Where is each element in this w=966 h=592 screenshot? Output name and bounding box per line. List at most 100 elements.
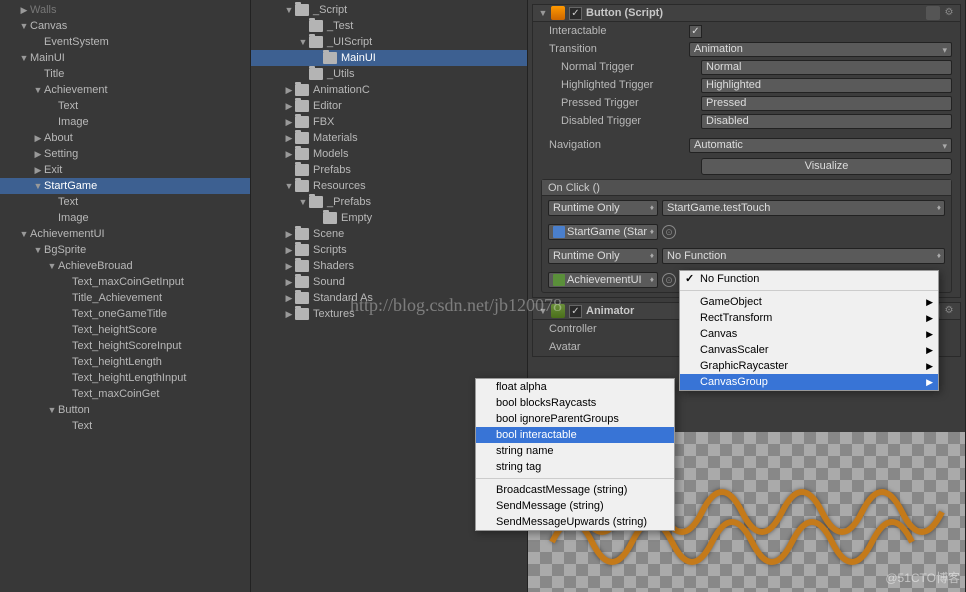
tree-item[interactable]: FBX bbox=[251, 114, 527, 130]
object-picker-icon[interactable]: ⊙ bbox=[662, 273, 676, 287]
tree-item[interactable]: Prefabs bbox=[251, 162, 527, 178]
tree-item[interactable]: _Script bbox=[251, 2, 527, 18]
tree-item[interactable]: StartGame bbox=[0, 178, 250, 194]
tree-item[interactable]: _Prefabs bbox=[251, 194, 527, 210]
property-popup[interactable]: float alphabool blocksRaycastsbool ignor… bbox=[475, 378, 675, 531]
target-object-field[interactable]: StartGame (Star bbox=[548, 224, 658, 240]
pressed-trigger-field[interactable]: Pressed bbox=[701, 96, 952, 111]
popup-item[interactable]: GameObject bbox=[680, 294, 938, 310]
popup-item[interactable]: RectTransform bbox=[680, 310, 938, 326]
expand-arrow-icon[interactable] bbox=[283, 85, 295, 96]
expand-arrow-icon[interactable] bbox=[46, 261, 58, 271]
tree-item[interactable]: Text_maxCoinGet bbox=[0, 386, 250, 402]
expand-arrow-icon[interactable] bbox=[46, 405, 58, 415]
tree-item[interactable]: BgSprite bbox=[0, 242, 250, 258]
gear-icon[interactable]: ⚙ bbox=[942, 304, 956, 318]
tree-item[interactable]: _UIScript bbox=[251, 34, 527, 50]
expand-arrow-icon[interactable] bbox=[32, 245, 44, 255]
interactable-checkbox[interactable] bbox=[689, 25, 702, 38]
expand-arrow-icon[interactable] bbox=[297, 37, 309, 47]
tree-item[interactable]: Models bbox=[251, 146, 527, 162]
function-dropdown[interactable]: StartGame.testTouch bbox=[662, 200, 945, 216]
function-popup[interactable]: No FunctionGameObjectRectTransformCanvas… bbox=[679, 270, 939, 391]
tree-item[interactable]: Text_maxCoinGetInput bbox=[0, 274, 250, 290]
tree-item[interactable]: Text bbox=[0, 194, 250, 210]
tree-item[interactable]: _Test bbox=[251, 18, 527, 34]
expand-arrow-icon[interactable] bbox=[283, 229, 295, 240]
popup-item[interactable]: SendMessage (string) bbox=[476, 498, 674, 514]
popup-item[interactable]: bool ignoreParentGroups bbox=[476, 411, 674, 427]
tree-item[interactable]: Materials bbox=[251, 130, 527, 146]
popup-item[interactable]: bool interactable bbox=[476, 427, 674, 443]
tree-item[interactable]: Resources bbox=[251, 178, 527, 194]
expand-arrow-icon[interactable] bbox=[32, 181, 44, 191]
highlighted-trigger-field[interactable]: Highlighted bbox=[701, 78, 952, 93]
visualize-button[interactable]: Visualize bbox=[701, 158, 952, 175]
tree-item[interactable]: Achievement bbox=[0, 82, 250, 98]
tree-item[interactable]: MainUI bbox=[0, 50, 250, 66]
tree-item[interactable]: AchieveBrouad bbox=[0, 258, 250, 274]
runtime-dropdown[interactable]: Runtime Only bbox=[548, 248, 658, 264]
tree-item[interactable]: Standard As bbox=[251, 290, 527, 306]
navigation-dropdown[interactable]: Automatic bbox=[689, 138, 952, 153]
tree-item[interactable]: Title bbox=[0, 66, 250, 82]
normal-trigger-field[interactable]: Normal bbox=[701, 60, 952, 75]
popup-item[interactable]: float alpha bbox=[476, 379, 674, 395]
popup-item[interactable]: SendMessageUpwards (string) bbox=[476, 514, 674, 530]
expand-arrow-icon[interactable] bbox=[283, 117, 295, 128]
tree-item[interactable]: Image bbox=[0, 210, 250, 226]
tree-item[interactable]: Image bbox=[0, 114, 250, 130]
popup-item[interactable]: Canvas bbox=[680, 326, 938, 342]
tree-item[interactable]: AnimationC bbox=[251, 82, 527, 98]
tree-item[interactable]: Text_heightLengthInput bbox=[0, 370, 250, 386]
expand-arrow-icon[interactable] bbox=[297, 197, 309, 207]
expand-arrow-icon[interactable] bbox=[283, 181, 295, 191]
popup-item[interactable]: string tag bbox=[476, 459, 674, 475]
popup-item[interactable]: CanvasScaler bbox=[680, 342, 938, 358]
tree-item[interactable]: Textures bbox=[251, 306, 527, 322]
popup-item[interactable]: bool blocksRaycasts bbox=[476, 395, 674, 411]
function-dropdown[interactable]: No Function bbox=[662, 248, 945, 264]
foldout-arrow-icon[interactable] bbox=[537, 306, 549, 316]
tree-item[interactable]: Walls bbox=[0, 2, 250, 18]
tree-item[interactable]: Text_heightLength bbox=[0, 354, 250, 370]
component-header[interactable]: Button (Script) ⚙ bbox=[533, 5, 960, 22]
enable-checkbox[interactable] bbox=[569, 7, 582, 20]
tree-item[interactable]: Setting bbox=[0, 146, 250, 162]
tree-item[interactable]: Editor bbox=[251, 98, 527, 114]
tree-item[interactable]: Shaders bbox=[251, 258, 527, 274]
expand-arrow-icon[interactable] bbox=[32, 165, 44, 176]
expand-arrow-icon[interactable] bbox=[32, 133, 44, 144]
tree-item[interactable]: About bbox=[0, 130, 250, 146]
tree-item[interactable]: Title_Achievement bbox=[0, 290, 250, 306]
target-object-field[interactable]: AchievementUI bbox=[548, 272, 658, 288]
expand-arrow-icon[interactable] bbox=[18, 21, 30, 31]
tree-item[interactable]: Exit bbox=[0, 162, 250, 178]
tree-item[interactable]: Scene bbox=[251, 226, 527, 242]
popup-item[interactable]: BroadcastMessage (string) bbox=[476, 482, 674, 498]
expand-arrow-icon[interactable] bbox=[32, 85, 44, 95]
enable-checkbox[interactable] bbox=[569, 305, 582, 318]
tree-item[interactable]: Text bbox=[0, 98, 250, 114]
expand-arrow-icon[interactable] bbox=[283, 277, 295, 288]
tree-item[interactable]: Sound bbox=[251, 274, 527, 290]
gear-icon[interactable]: ⚙ bbox=[942, 6, 956, 20]
tree-item[interactable]: EventSystem bbox=[0, 34, 250, 50]
expand-arrow-icon[interactable] bbox=[32, 149, 44, 160]
tree-item[interactable]: Button bbox=[0, 402, 250, 418]
tree-item[interactable]: Text_heightScoreInput bbox=[0, 338, 250, 354]
popup-item[interactable]: No Function bbox=[680, 271, 938, 287]
tree-item[interactable]: Text_heightScore bbox=[0, 322, 250, 338]
tree-item[interactable]: MainUI bbox=[251, 50, 527, 66]
foldout-arrow-icon[interactable] bbox=[537, 8, 549, 18]
object-picker-icon[interactable]: ⊙ bbox=[662, 225, 676, 239]
expand-arrow-icon[interactable] bbox=[283, 101, 295, 112]
expand-arrow-icon[interactable] bbox=[283, 293, 295, 304]
disabled-trigger-field[interactable]: Disabled bbox=[701, 114, 952, 129]
expand-arrow-icon[interactable] bbox=[283, 5, 295, 15]
expand-arrow-icon[interactable] bbox=[283, 149, 295, 160]
tree-item[interactable]: AchievementUI bbox=[0, 226, 250, 242]
expand-arrow-icon[interactable] bbox=[283, 309, 295, 320]
expand-arrow-icon[interactable] bbox=[283, 261, 295, 272]
tree-item[interactable]: _Utils bbox=[251, 66, 527, 82]
